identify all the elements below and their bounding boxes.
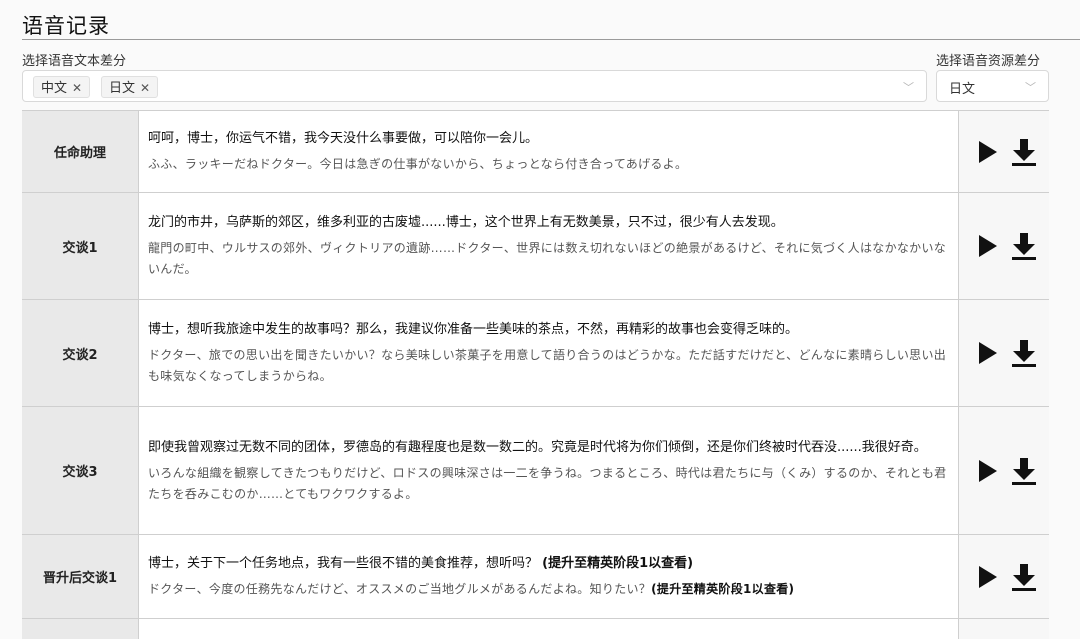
chinese-text: 博士，想听我旅途中发生的故事吗？那么，我建议你准备一些美味的茶点，不然，再精彩的… bbox=[148, 322, 799, 337]
action-cell bbox=[959, 619, 1049, 639]
action-cell bbox=[959, 193, 1049, 299]
voice-text-cell: 即使我曾观察过无数不同的团体，罗德岛的有趣程度也是数一数二的。究竟是时代将为你们… bbox=[139, 407, 959, 534]
close-icon[interactable]: ✕ bbox=[140, 81, 150, 95]
text-diff-select[interactable]: 中文 ✕ 日文 ✕ ﹀ bbox=[22, 70, 927, 102]
tag-chinese: 中文 ✕ bbox=[33, 76, 91, 98]
chinese-text: 即使我曾观察过无数不同的团体，罗德岛的有趣程度也是数一数二的。究竟是时代将为你们… bbox=[148, 439, 927, 455]
download-icon[interactable] bbox=[1011, 231, 1037, 261]
voice-text-cell: 博士，想听我旅途中发生的故事吗？那么，我建议你准备一些美味的茶点，不然，再精彩的… bbox=[139, 300, 959, 406]
chinese-line: 即使我曾观察过无数不同的团体，罗德岛的有趣程度也是数一数二的。究竟是时代将为你们… bbox=[148, 437, 949, 458]
resource-diff-select[interactable]: 日文 ﹀ bbox=[936, 70, 1049, 102]
japanese-text: 龍門の町中、ウルサスの郊外、ヴィクトリアの遺跡……ドクター、世界には数え切れない… bbox=[148, 241, 947, 276]
table-row bbox=[22, 619, 1049, 639]
voice-text-cell: 呵呵，博士，你运气不错，我今天没什么事要做，可以陪你一会儿。 ふふ、ラッキーだね… bbox=[139, 111, 959, 192]
voice-label: 交谈2 bbox=[22, 300, 139, 406]
close-icon[interactable]: ✕ bbox=[72, 81, 82, 95]
voice-table: 任命助理 呵呵，博士，你运气不错，我今天没什么事要做，可以陪你一会儿。 ふふ、ラ… bbox=[22, 110, 1049, 639]
chinese-line: 博士，关于下一个任务地点，我有一些很不错的美食推荐，想听吗？ (提升至精英阶段1… bbox=[148, 553, 949, 574]
chinese-text: 龙门的市井，乌萨斯的郊区，维多利亚的古废墟......博士，这个世界上有无数美景… bbox=[148, 215, 784, 230]
download-icon[interactable] bbox=[1011, 137, 1037, 167]
chinese-line: 呵呵，博士，你运气不错，我今天没什么事要做，可以陪你一会儿。 bbox=[148, 128, 949, 149]
table-row: 交谈1 龙门的市井，乌萨斯的郊区，维多利亚的古废墟......博士，这个世界上有… bbox=[22, 193, 1049, 300]
tag-japanese: 日文 ✕ bbox=[101, 76, 159, 98]
japanese-line: ドクター、旅での思い出を聞きたいかい？なら美味しい茶菓子を用意して語り合うのはど… bbox=[148, 345, 949, 387]
japanese-line: 龍門の町中、ウルサスの郊外、ヴィクトリアの遺跡……ドクター、世界には数え切れない… bbox=[148, 238, 949, 280]
resource-diff-value: 日文 bbox=[949, 82, 976, 97]
japanese-text: ドクター、今度の任務先なんだけど、オススメのご当地グルメがあるんだよね。知りたい… bbox=[148, 582, 652, 596]
resource-diff-label: 选择语音资源差分 bbox=[936, 54, 1041, 69]
table-row: 交谈3 即使我曾观察过无数不同的团体，罗德岛的有趣程度也是数一数二的。究竟是时代… bbox=[22, 407, 1049, 535]
voice-label bbox=[22, 619, 139, 639]
action-cell bbox=[959, 111, 1049, 192]
voice-text-cell: 博士，关于下一个任务地点，我有一些很不错的美食推荐，想听吗？ (提升至精英阶段1… bbox=[139, 535, 959, 618]
japanese-line: ドクター、今度の任務先なんだけど、オススメのご当地グルメがあるんだよね。知りたい… bbox=[148, 579, 949, 600]
japanese-text: ドクター、旅での思い出を聞きたいかい？なら美味しい茶菓子を用意して語り合うのはど… bbox=[148, 348, 947, 383]
chinese-line: 博士，想听我旅途中发生的故事吗？那么，我建议你准备一些美味的茶点，不然，再精彩的… bbox=[148, 319, 949, 340]
chinese-text: 博士，关于下一个任务地点，我有一些很不错的美食推荐，想听吗？ bbox=[148, 556, 539, 571]
tag-label: 中文 bbox=[41, 81, 68, 96]
play-icon[interactable] bbox=[979, 342, 997, 364]
japanese-line: ふふ、ラッキーだねドクター。今日は急ぎの仕事がないから、ちょっとなら付き合ってあ… bbox=[148, 154, 949, 175]
play-icon[interactable] bbox=[979, 140, 997, 163]
chevron-down-icon[interactable]: ﹀ bbox=[903, 79, 914, 95]
table-row: 晋升后交谈1 博士，关于下一个任务地点，我有一些很不错的美食推荐，想听吗？ (提… bbox=[22, 535, 1049, 619]
voice-text-cell: 龙门的市井，乌萨斯的郊区，维多利亚的古废墟......博士，这个世界上有无数美景… bbox=[139, 193, 959, 299]
play-icon[interactable] bbox=[979, 565, 997, 588]
play-icon[interactable] bbox=[979, 459, 997, 482]
chinese-line: 龙门的市井，乌萨斯的郊区，维多利亚的古废墟......博士，这个世界上有无数美景… bbox=[148, 212, 949, 233]
japanese-text: いろんな組織を観察してきたつもりだけど、ロドスの興味深さは一二を争うね。つまると… bbox=[148, 465, 947, 501]
chevron-down-icon[interactable]: ﹀ bbox=[1025, 79, 1036, 95]
voice-label: 晋升后交谈1 bbox=[22, 535, 139, 618]
download-icon[interactable] bbox=[1011, 338, 1037, 368]
page-title: 语音记录 bbox=[22, 14, 110, 38]
download-icon[interactable] bbox=[1011, 562, 1037, 592]
locked-note: (提升至精英阶段1以查看) bbox=[542, 556, 694, 571]
voice-label: 交谈3 bbox=[22, 407, 139, 534]
action-cell bbox=[959, 535, 1049, 618]
play-icon[interactable] bbox=[979, 235, 997, 257]
download-icon[interactable] bbox=[1011, 456, 1037, 486]
voice-text-cell bbox=[139, 619, 959, 639]
tag-label: 日文 bbox=[109, 81, 136, 96]
title-divider bbox=[22, 39, 1080, 40]
chinese-text: 呵呵，博士，你运气不错，我今天没什么事要做，可以陪你一会儿。 bbox=[148, 131, 539, 146]
locked-note: (提升至精英阶段1以查看) bbox=[651, 582, 795, 596]
table-row: 交谈2 博士，想听我旅途中发生的故事吗？那么，我建议你准备一些美味的茶点，不然，… bbox=[22, 300, 1049, 407]
action-cell bbox=[959, 407, 1049, 534]
table-row: 任命助理 呵呵，博士，你运气不错，我今天没什么事要做，可以陪你一会儿。 ふふ、ラ… bbox=[22, 111, 1049, 193]
text-diff-label: 选择语音文本差分 bbox=[22, 54, 127, 69]
voice-label: 任命助理 bbox=[22, 111, 139, 192]
japanese-line: いろんな組織を観察してきたつもりだけど、ロドスの興味深さは一二を争うね。つまると… bbox=[148, 463, 949, 505]
action-cell bbox=[959, 300, 1049, 406]
voice-label: 交谈1 bbox=[22, 193, 139, 299]
japanese-text: ふふ、ラッキーだねドクター。今日は急ぎの仕事がないから、ちょっとなら付き合ってあ… bbox=[148, 157, 688, 171]
